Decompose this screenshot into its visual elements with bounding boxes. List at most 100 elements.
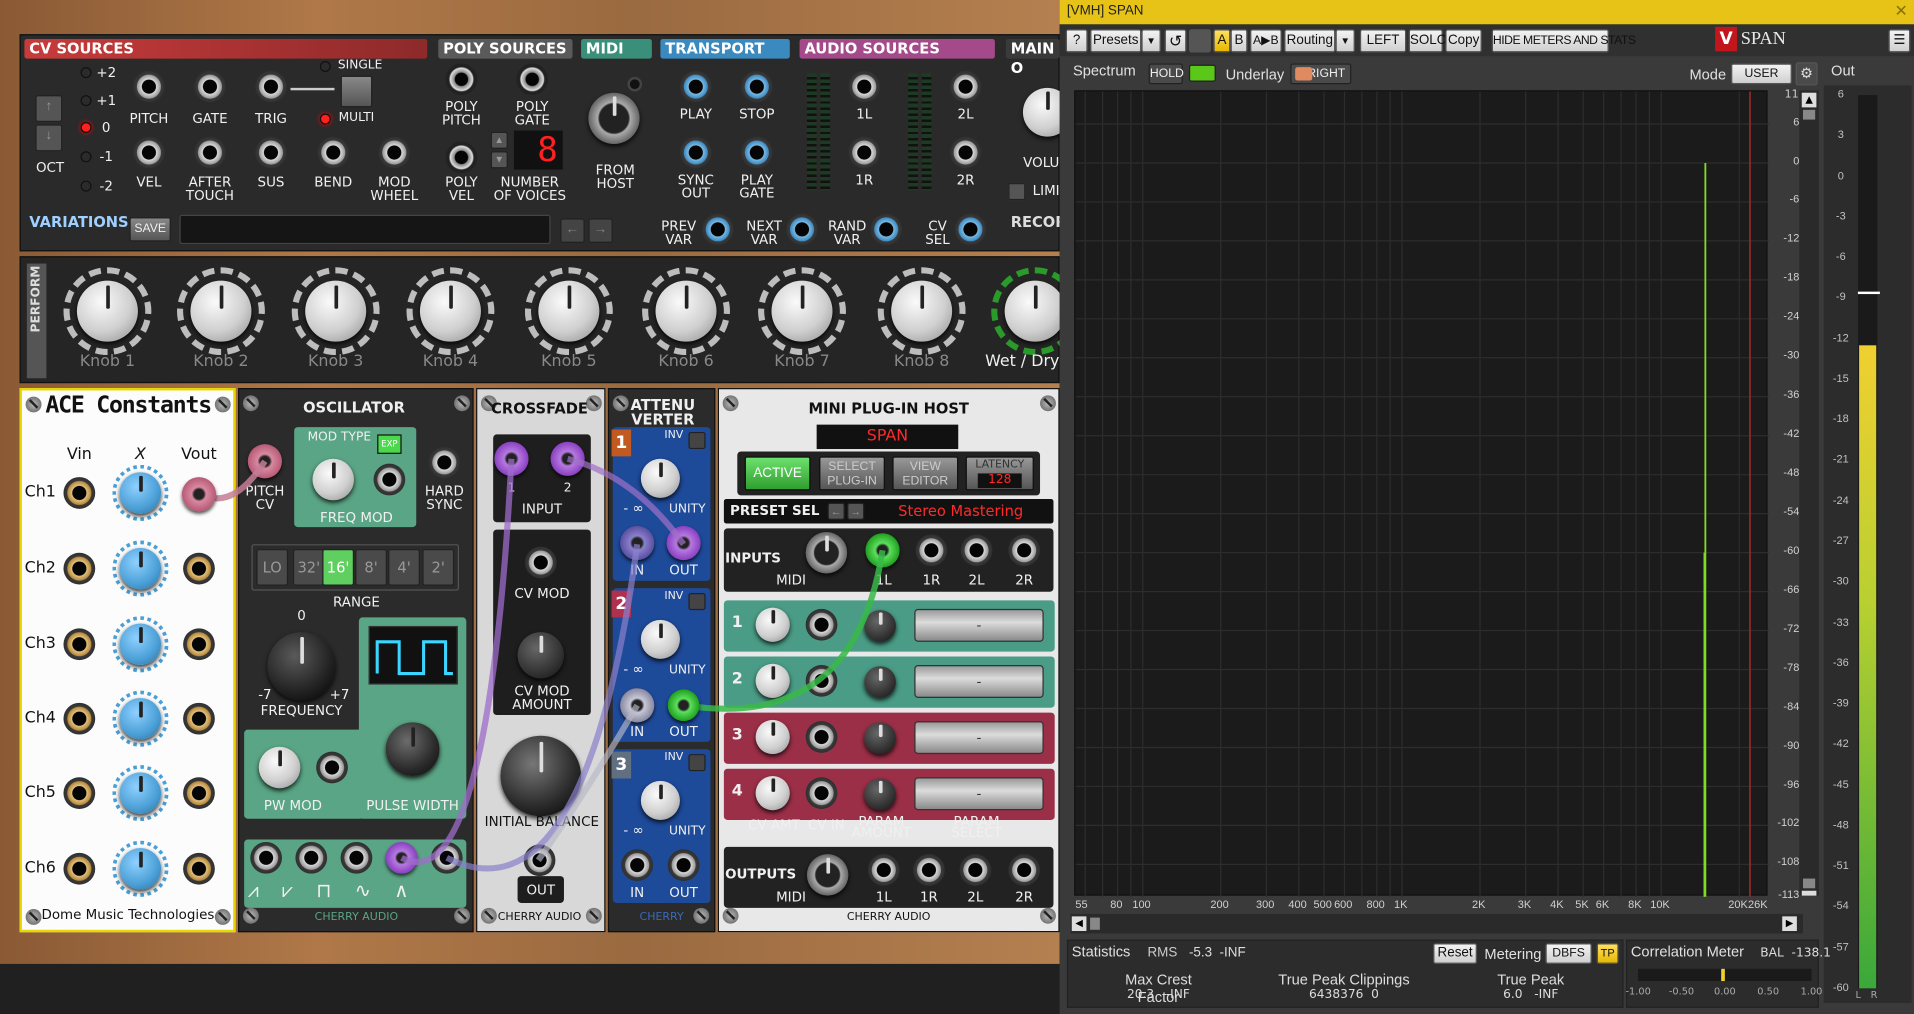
range-scroll-thumb-bottom[interactable] (1802, 878, 1816, 889)
hold-indicator[interactable] (1188, 64, 1216, 82)
out-meter-tick-label: -39 (1832, 696, 1849, 710)
out-meter-tick-label: -45 (1832, 778, 1849, 791)
span-window-title: [VMH] SPAN (1066, 3, 1144, 19)
out-meter-tick-label: 3 (1837, 128, 1844, 141)
a-to-b-button[interactable]: A▶B (1249, 29, 1282, 53)
undo-icon[interactable]: ↺ (1164, 29, 1187, 53)
out-meter-tick-label: -24 (1832, 493, 1849, 507)
spectrum-x-tick-label: 26K (1748, 898, 1768, 911)
out-meter-tick-label: -48 (1832, 818, 1849, 831)
left-button[interactable]: LEFT (1359, 29, 1407, 53)
spectrum-y-tick-label: -102 (1777, 816, 1800, 830)
cable-purple-triangle-to-att (445, 543, 641, 872)
spectrum-x-tick-label: 5K (1575, 898, 1589, 911)
freq-scroll-right-icon[interactable]: ▶ (1782, 916, 1797, 932)
range-scroll-up-icon[interactable]: ▲ (1801, 92, 1817, 108)
right-button[interactable]: RIGHT (1290, 63, 1352, 85)
spectrum-x-tick-label: 2K (1472, 898, 1486, 911)
spectrum-x-tick-label: 100 (1132, 898, 1151, 911)
cable-green-att-to-host (683, 549, 886, 712)
spectrum-x-tick-label: 4K (1550, 898, 1564, 911)
out-meter-lr: LR (1855, 990, 1882, 1001)
tp-clip-label: True Peak Clippings (1278, 971, 1410, 989)
mode-select[interactable]: USER (1730, 63, 1792, 85)
hold-button[interactable]: HOLD (1148, 63, 1184, 85)
correlation-tick-label: 1.00 (1800, 985, 1823, 997)
out-meter-tick-label: -12 (1832, 331, 1849, 344)
out-meter-tick-label: 6 (1837, 87, 1844, 101)
spectrum-x-tick-label: 800 (1366, 898, 1385, 911)
spectrum-x-tick-label: 20K (1728, 898, 1748, 911)
spectrum-y-tick-label: -18 (1783, 271, 1800, 284)
help-button[interactable]: ? (1065, 29, 1088, 53)
spectrum-x-tick-label: 80 (1110, 898, 1123, 911)
hide-meters-button[interactable]: HIDE METERS AND STATS (1491, 29, 1636, 53)
routing-dropdown-icon[interactable]: ▼ (1335, 29, 1355, 53)
routing-button[interactable]: Routing (1284, 29, 1336, 53)
spectrum-x-tick-label: 8K (1628, 898, 1642, 911)
correlation-tick-label: -1.00 (1625, 985, 1651, 997)
right-label: RIGHT (1307, 67, 1346, 81)
range-top-label: 11 (1784, 89, 1799, 102)
cable-purple-xf2-to-att (566, 455, 687, 546)
rms-label: RMS (1147, 945, 1178, 961)
out-meter-r-label: R (1870, 989, 1878, 1001)
out-meter-tick-label: -27 (1832, 534, 1849, 547)
spectrum-y-tick-label: -42 (1783, 427, 1800, 440)
underlay-label: Underlay (1225, 65, 1285, 83)
settings-gear-icon[interactable]: ⚙ (1795, 62, 1818, 86)
freq-scrollbar[interactable]: ◀ ▶ (1070, 913, 1803, 934)
cable-purple-sine-to-xf1 (400, 458, 515, 865)
spectrum-y-tick-label: -54 (1783, 505, 1800, 518)
spectrum-y-tick-label: -60 (1783, 544, 1800, 557)
out-meter-tick-label: 0 (1837, 169, 1844, 182)
menu-icon[interactable]: ☰ (1888, 29, 1911, 53)
spectrum-y-tick-label: -30 (1783, 349, 1800, 362)
b-button[interactable]: B (1230, 29, 1248, 53)
correlation-tick-label: 0.50 (1757, 985, 1780, 997)
ace-vout1-plug[interactable] (181, 477, 217, 512)
copy-button[interactable]: Copy (1445, 29, 1482, 53)
spectrum-y-tick-label: -108 (1777, 855, 1800, 869)
spectrum-y-tick-label: -113 (1778, 888, 1800, 901)
freq-scroll-left-icon[interactable]: ◀ (1071, 916, 1087, 932)
out-meter-tick-label: -54 (1832, 899, 1849, 913)
spectrum-y-tick-label: 6 (1793, 115, 1800, 128)
spectrum-y-tick-label: -72 (1783, 622, 1800, 635)
a-button[interactable]: A (1213, 29, 1231, 53)
redo-button[interactable] (1188, 29, 1211, 53)
spectrum-label: Spectrum (1072, 62, 1136, 80)
spectrum-x-tick-label: 300 (1256, 898, 1275, 911)
spectrum-x-tick-label: 400 (1288, 898, 1307, 911)
bal-value: BAL -138.1 (1760, 946, 1831, 961)
solo-button[interactable]: SOLO (1408, 29, 1447, 53)
presets-dropdown-icon[interactable]: ▼ (1141, 29, 1161, 53)
range-scroll-thumb[interactable] (1802, 109, 1816, 120)
span-close-icon[interactable]: ✕ (1895, 2, 1908, 20)
reset-button[interactable]: Reset (1433, 943, 1478, 964)
out-meter-tick-label: -3 (1835, 209, 1846, 222)
correlation-meter-indicator (1721, 968, 1725, 982)
out-meter-tick-label: -15 (1832, 372, 1849, 385)
dbfs-button[interactable]: DBFS (1545, 943, 1592, 964)
out-meter-tick-label: -18 (1832, 412, 1849, 425)
tp-button[interactable]: TP (1596, 943, 1619, 964)
spectrum-y-tick-label: -24 (1783, 310, 1800, 323)
freq-scroll-thumb[interactable] (1090, 917, 1100, 930)
statistics-label: Statistics (1071, 943, 1131, 961)
span-logo-text: SPAN (1740, 29, 1786, 49)
out-meter-tick-label: -6 (1835, 250, 1846, 263)
spectrum-x-tick-label: 55 (1075, 898, 1088, 911)
range-scrollbar[interactable]: ▲ (1799, 90, 1819, 896)
true-peak-label: True Peak (1497, 971, 1565, 989)
range-scroll-down-icon[interactable] (1801, 890, 1817, 896)
att-out2-plug[interactable] (667, 689, 700, 722)
correlation-tick-label: -0.50 (1668, 985, 1695, 997)
correlation-tick-label: 0.00 (1713, 985, 1736, 997)
out-meter-panel: 6 3 0 -3 -6 -9 -12 -15 -18 -21 -24 -27 -30 -33 -36 -39 -… (1823, 85, 1912, 1004)
spectrum-x-tick-label: 3K (1517, 898, 1532, 911)
out-meter-tick-label: -9 (1835, 290, 1846, 304)
patch-cables (197, 455, 886, 872)
spectrum-y-tick-label: -66 (1783, 583, 1800, 596)
presets-button[interactable]: Presets (1090, 29, 1142, 53)
